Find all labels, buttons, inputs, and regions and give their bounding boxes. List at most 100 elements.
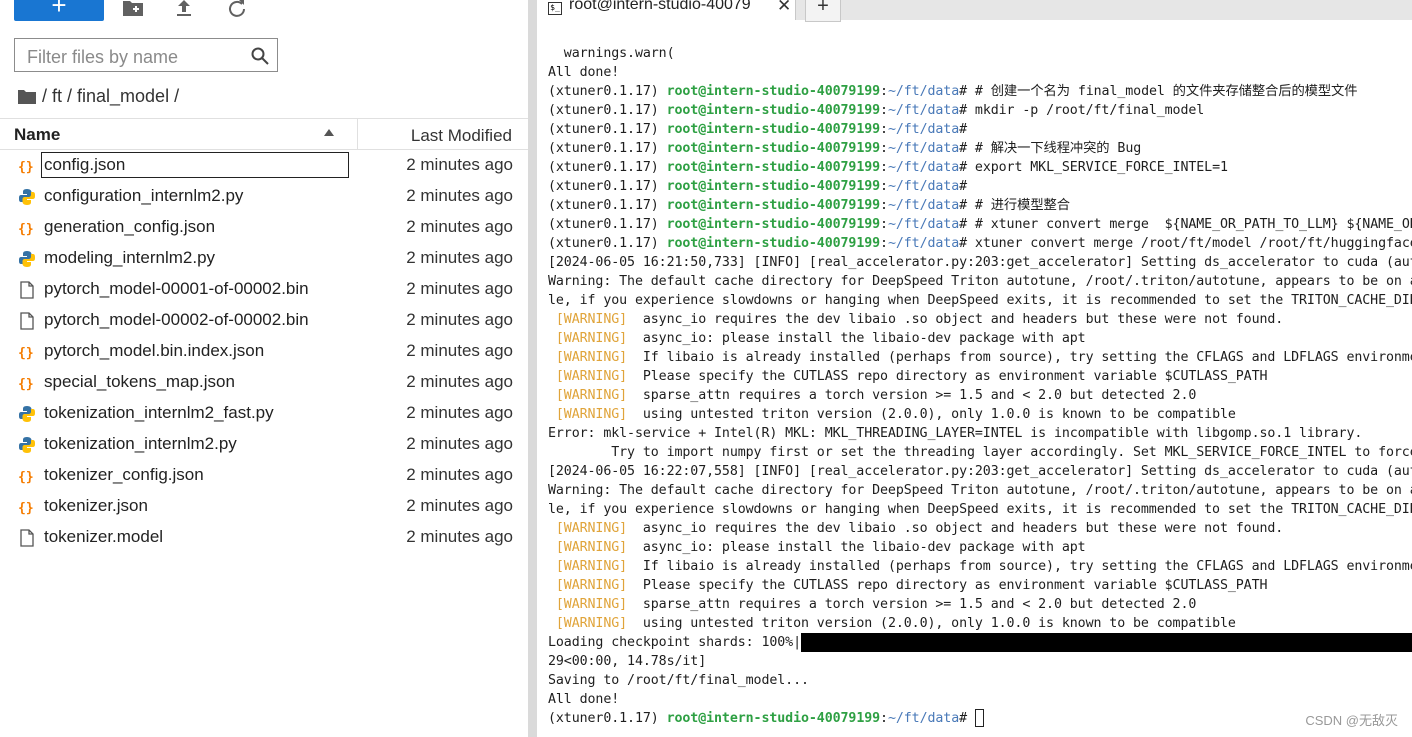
terminal-line: [WARNING] If libaio is already installed… <box>548 557 1412 576</box>
new-folder-icon[interactable] <box>122 0 144 18</box>
prompt-symbol: # <box>959 141 975 156</box>
close-tab-icon[interactable]: ✕ <box>777 0 791 16</box>
column-name-header[interactable]: Name <box>14 125 60 145</box>
prompt-command: export MKL_SERVICE_FORCE_INTEL=1 <box>974 160 1228 175</box>
prompt-user: root@intern-studio-40079199 <box>666 711 881 726</box>
column-modified-header[interactable]: Last Modified <box>411 126 512 146</box>
file-name: tokenization_internlm2.py <box>44 434 237 453</box>
prompt-env: (xtuner0.1.17) <box>548 84 667 99</box>
terminal-line: (xtuner0.1.17) root@intern-studio-400791… <box>548 82 1412 101</box>
warning-tag: [WARNING] <box>555 369 628 384</box>
prompt-path: ~/ft/data <box>887 236 960 251</box>
prompt-env: (xtuner0.1.17) <box>548 236 667 251</box>
file-row[interactable]: pytorch_model-00001-of-00002.bin 2 minute… <box>0 275 528 306</box>
warning-text: sparse_attn requires a torch version >= … <box>642 388 1197 403</box>
terminal-line: le, if you experience slowdowns or hangi… <box>548 500 1412 519</box>
refresh-icon[interactable] <box>226 0 248 18</box>
terminal-line: (xtuner0.1.17) root@intern-studio-400791… <box>548 196 1412 215</box>
file-modified: 2 minutes ago <box>406 465 513 484</box>
file-row[interactable]: {} special_tokens_map.json 2 minutes ago <box>0 368 528 399</box>
file-row[interactable]: {} pytorch_model.bin.index.json 2 minutes … <box>0 337 528 368</box>
terminal-line: (xtuner0.1.17) root@intern-studio-400791… <box>548 234 1412 253</box>
prompt-symbol: # <box>959 179 975 194</box>
add-tab-button[interactable]: + <box>805 0 841 22</box>
upload-icon[interactable] <box>173 0 195 18</box>
file-row[interactable]: tokenization_internlm2.py 2 minutes ago <box>0 430 528 461</box>
prompt-user: root@intern-studio-40079199 <box>666 141 881 156</box>
prompt-user: root@intern-studio-40079199 <box>666 122 881 137</box>
terminal-tab[interactable]: $_ root@intern-studio-40079 ✕ <box>537 0 796 20</box>
new-launcher-button[interactable]: + <box>14 0 104 21</box>
file-row[interactable]: {} generation_config.json 2 minutes ago <box>0 213 528 244</box>
warning-tag: [WARNING] <box>555 597 628 612</box>
file-row[interactable]: modeling_internlm2.py 2 minutes ago <box>0 244 528 275</box>
prompt-path: ~/ft/data <box>887 141 960 156</box>
filter-files-input[interactable]: Filter files by name <box>14 38 278 72</box>
file-row[interactable]: tokenization_internlm2_fast.py 2 minutes … <box>0 399 528 430</box>
output-text: Warning: The default cache directory for… <box>548 483 1412 498</box>
warning-text: async_io: please install the libaio-dev … <box>642 540 1086 555</box>
prompt-path: ~/ft/data <box>887 179 960 194</box>
output-text: le, if you experience slowdowns or hangi… <box>548 502 1412 517</box>
terminal-line: [WARNING] sparse_attn requires a torch v… <box>548 386 1412 405</box>
svg-text:{}: {} <box>18 160 34 175</box>
panel-splitter[interactable] <box>528 0 537 737</box>
file-row[interactable]: {} config.json 2 minutes ago <box>0 151 528 182</box>
terminal-line: (xtuner0.1.17) root@intern-studio-400791… <box>548 120 1412 139</box>
terminal-output[interactable]: warnings.warn( All done! (xtuner0.1.17) ro… <box>548 44 1412 728</box>
prompt-command: # 解决一下线程冲突的 Bug <box>974 141 1142 156</box>
terminal-line: warnings.warn( <box>548 44 1412 63</box>
prompt-path: ~/ft/data <box>887 160 960 175</box>
warning-tag: [WARNING] <box>555 559 628 574</box>
sort-ascending-icon[interactable] <box>324 129 334 136</box>
file-modified: 2 minutes ago <box>406 279 513 298</box>
terminal-line: 29<00:00, 14.78s/it] <box>548 652 1412 671</box>
output-text: Warning: The default cache directory for… <box>548 274 1412 289</box>
terminal-line: [WARNING] Please specify the CUTLASS rep… <box>548 576 1412 595</box>
watermark: CSDN @无敌灭 <box>1305 713 1398 728</box>
file-name-rename-input[interactable]: config.json <box>41 152 349 178</box>
folder-icon[interactable] <box>18 89 36 104</box>
prompt-symbol: # <box>959 198 975 213</box>
svg-text:{}: {} <box>18 501 34 516</box>
terminal-icon: $_ <box>548 2 562 15</box>
warning-tag: [WARNING] <box>555 521 628 536</box>
terminal-line: le, if you experience slowdowns or hangi… <box>548 291 1412 310</box>
terminal-line: (xtuner0.1.17) root@intern-studio-400791… <box>548 215 1412 234</box>
column-divider[interactable] <box>357 119 358 150</box>
file-browser-panel: + Filter files by name / ft / final_mode… <box>0 0 528 737</box>
file-name: tokenizer.json <box>44 496 148 515</box>
file-name: tokenizer_config.json <box>44 465 204 484</box>
filter-placeholder: Filter files by name <box>27 47 179 67</box>
file-icon <box>18 312 36 330</box>
prompt-symbol: # <box>959 711 975 726</box>
file-modified: 2 minutes ago <box>406 186 513 205</box>
warning-text: Please specify the CUTLASS repo director… <box>642 578 1268 593</box>
file-row[interactable]: pytorch_model-00002-of-00002.bin 2 minute… <box>0 306 528 337</box>
terminal-line: [WARNING] using untested triton version … <box>548 405 1412 424</box>
prompt-symbol: # <box>959 103 975 118</box>
prompt-path: ~/ft/data <box>887 84 960 99</box>
file-row[interactable]: tokenizer.model 2 minutes ago <box>0 523 528 554</box>
file-row[interactable]: {} tokenizer_config.json 2 minutes ago <box>0 461 528 492</box>
breadcrumb-path[interactable]: / ft / final_model / <box>42 86 179 107</box>
json-file-icon: {} <box>18 343 36 361</box>
prompt-env: (xtuner0.1.17) <box>548 711 667 726</box>
terminal-line: (xtuner0.1.17) root@intern-studio-400791… <box>548 709 1412 728</box>
prompt-path: ~/ft/data <box>887 103 960 118</box>
output-text: warnings.warn( <box>548 46 675 61</box>
file-modified: 2 minutes ago <box>406 248 513 267</box>
terminal-line: Warning: The default cache directory for… <box>548 272 1412 291</box>
prompt-separator: : <box>880 198 888 213</box>
progress-bar <box>800 633 1412 652</box>
warning-text: sparse_attn requires a torch version >= … <box>642 597 1197 612</box>
terminal-tab-title: root@intern-studio-40079 <box>569 0 751 13</box>
terminal-line: Loading checkpoint shards: 100%| <box>548 633 1412 652</box>
warning-text: using untested triton version (2.0.0), o… <box>642 407 1236 422</box>
file-row[interactable]: {} tokenizer.json 2 minutes ago <box>0 492 528 523</box>
file-row[interactable]: configuration_internlm2.py 2 minutes ago <box>0 182 528 213</box>
prompt-command: # 进行模型整合 <box>974 198 1070 213</box>
output-text: All done! <box>548 692 620 707</box>
warning-tag: [WARNING] <box>555 312 628 327</box>
prompt-env: (xtuner0.1.17) <box>548 160 667 175</box>
